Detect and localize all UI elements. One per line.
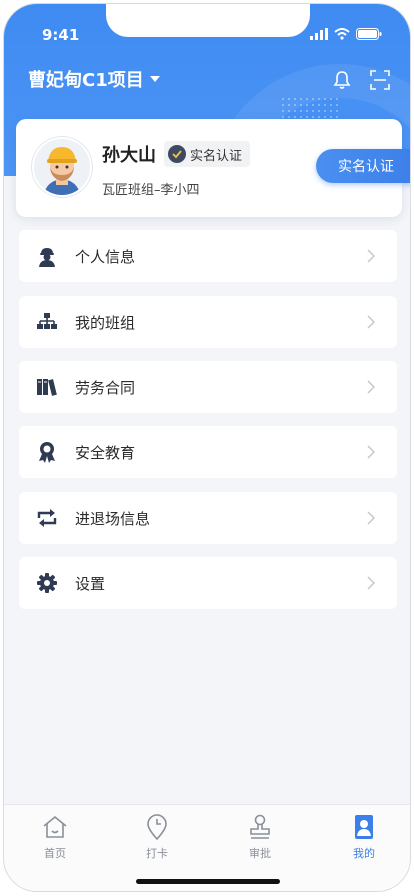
project-selector[interactable]: 曹妃甸C1项目 (28, 66, 160, 92)
wifi-icon (334, 28, 350, 40)
chevron-right-icon (367, 315, 375, 329)
verification-tag: 实名认证 (164, 141, 251, 167)
phone-screen: 9:41 曹妃甸C1项目 孙大山 实名认证 瓦匠班组–李小四 实名认证 个人信息… (3, 3, 411, 892)
books-icon (35, 375, 59, 399)
chevron-right-icon (367, 511, 375, 525)
tab-approval[interactable]: 审批 (230, 813, 290, 861)
chevron-right-icon (367, 380, 375, 394)
menu-item-safety-education[interactable]: 安全教育 (19, 426, 397, 478)
stamp-icon (250, 814, 270, 839)
user-icon (355, 815, 373, 839)
gear-icon (35, 571, 59, 595)
menu-item-label: 我的班组 (75, 313, 136, 332)
bell-icon[interactable] (332, 70, 352, 90)
scan-icon[interactable] (370, 70, 390, 90)
chevron-right-icon (367, 249, 375, 263)
menu-item-label: 进退场信息 (75, 509, 151, 528)
header-actions (332, 70, 390, 90)
menu-item-label: 个人信息 (75, 247, 136, 266)
home-icon (43, 815, 67, 838)
user-name: 孙大山 (102, 145, 156, 166)
tab-mine[interactable]: 我的 (334, 813, 394, 861)
tab-home[interactable]: 首页 (25, 813, 85, 861)
worker-icon (35, 244, 59, 268)
swap-icon (35, 506, 59, 530)
menu-item-my-team[interactable]: 我的班组 (19, 296, 397, 348)
avatar (32, 137, 92, 197)
chevron-right-icon (367, 445, 375, 459)
device-notch (106, 4, 310, 37)
org-chart-icon (35, 310, 59, 334)
team-info: 瓦匠班组–李小四 (102, 183, 200, 198)
menu-item-label: 劳务合同 (75, 378, 136, 397)
real-name-verify-button[interactable]: 实名认证 (316, 149, 410, 183)
menu-item-personal-info[interactable]: 个人信息 (19, 230, 397, 282)
profile-card: 孙大山 实名认证 瓦匠班组–李小四 实名认证 (16, 119, 410, 217)
tab-label: 打卡 (146, 847, 168, 860)
verified-seal-icon (168, 145, 186, 163)
worker-avatar-illustration (34, 139, 90, 195)
home-indicator (136, 879, 280, 884)
status-time: 9:41 (42, 26, 80, 44)
tab-label: 审批 (249, 847, 271, 860)
tab-label: 首页 (44, 847, 66, 860)
menu-item-settings[interactable]: 设置 (19, 557, 397, 609)
menu-item-labor-contract[interactable]: 劳务合同 (19, 361, 397, 413)
location-clock-icon (147, 814, 167, 840)
menu-item-label: 设置 (75, 574, 106, 593)
status-icons (310, 28, 382, 40)
menu-item-label: 安全教育 (75, 443, 136, 462)
caret-down-icon (149, 75, 160, 82)
tab-check-in[interactable]: 打卡 (127, 813, 187, 861)
verification-tag-label: 实名认证 (190, 148, 243, 164)
award-icon (35, 440, 59, 464)
signal-icon (310, 28, 328, 40)
menu-item-entry-exit-info[interactable]: 进退场信息 (19, 492, 397, 544)
project-name: 曹妃甸C1项目 (28, 70, 144, 91)
chevron-right-icon (367, 576, 375, 590)
battery-icon (356, 28, 382, 40)
tab-label: 我的 (353, 847, 375, 860)
